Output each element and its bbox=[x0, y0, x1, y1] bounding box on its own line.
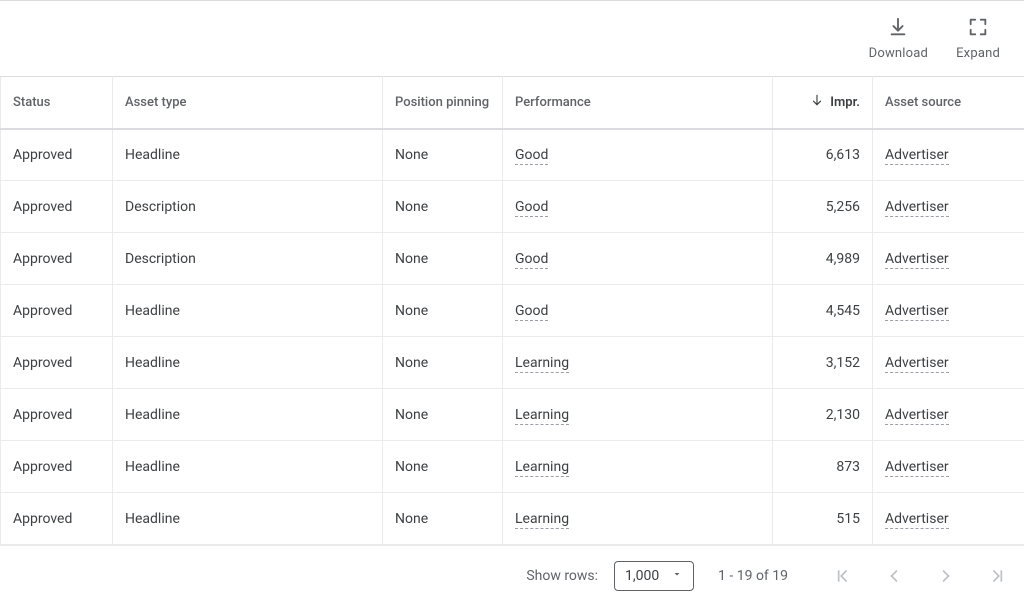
cell-status: Approved bbox=[1, 285, 113, 337]
table-row[interactable]: ApprovedHeadlineNoneGood4,545Advertiser bbox=[1, 285, 1024, 337]
cell-asset-type: Description bbox=[113, 181, 383, 233]
cell-asset-type: Headline bbox=[113, 493, 383, 545]
cell-asset-source: Advertiser bbox=[873, 441, 1024, 493]
table-row[interactable]: ApprovedHeadlineNoneLearning2,130Adverti… bbox=[1, 389, 1024, 441]
cell-position-pinning: None bbox=[383, 389, 503, 441]
table-footer: Show rows: 1,000 1 - 19 of 19 bbox=[0, 545, 1024, 605]
show-rows-label: Show rows: bbox=[526, 568, 598, 584]
cell-status: Approved bbox=[1, 181, 113, 233]
table-row[interactable]: ApprovedHeadlineNoneLearning3,152Adverti… bbox=[1, 337, 1024, 389]
cell-impressions: 5,256 bbox=[773, 181, 873, 233]
table-row[interactable]: ApprovedDescriptionNoneGood4,989Advertis… bbox=[1, 233, 1024, 285]
next-page-button[interactable] bbox=[932, 562, 960, 590]
expand-icon bbox=[967, 16, 989, 46]
page-size-select[interactable]: 1,000 bbox=[614, 561, 694, 591]
cell-position-pinning: None bbox=[383, 441, 503, 493]
table-row[interactable]: ApprovedHeadlineNoneLearning515Advertise… bbox=[1, 493, 1024, 545]
column-header-impressions[interactable]: Impr. bbox=[773, 77, 873, 129]
cell-impressions: 515 bbox=[773, 493, 873, 545]
cell-performance: Good bbox=[503, 129, 773, 181]
column-header-status[interactable]: Status bbox=[1, 77, 113, 129]
pagination-nav bbox=[828, 562, 1012, 590]
arrow-down-icon bbox=[810, 93, 824, 111]
cell-performance: Learning bbox=[503, 493, 773, 545]
prev-page-button[interactable] bbox=[880, 562, 908, 590]
pagination-range: 1 - 19 of 19 bbox=[718, 568, 788, 584]
column-header-impressions-label: Impr. bbox=[830, 95, 860, 110]
first-page-button[interactable] bbox=[828, 562, 856, 590]
cell-impressions: 873 bbox=[773, 441, 873, 493]
download-label: Download bbox=[869, 46, 928, 61]
assets-table: Status Asset type Position pinning Perfo… bbox=[0, 76, 1024, 545]
column-header-asset-source[interactable]: Asset source bbox=[873, 77, 1024, 129]
table-row[interactable]: ApprovedDescriptionNoneGood5,256Advertis… bbox=[1, 181, 1024, 233]
cell-performance: Learning bbox=[503, 389, 773, 441]
cell-asset-type: Description bbox=[113, 233, 383, 285]
cell-status: Approved bbox=[1, 441, 113, 493]
cell-performance: Learning bbox=[503, 337, 773, 389]
cell-impressions: 3,152 bbox=[773, 337, 873, 389]
cell-asset-source: Advertiser bbox=[873, 129, 1024, 181]
last-page-button[interactable] bbox=[984, 562, 1012, 590]
column-header-performance[interactable]: Performance bbox=[503, 77, 773, 129]
cell-asset-source: Advertiser bbox=[873, 493, 1024, 545]
cell-impressions: 2,130 bbox=[773, 389, 873, 441]
cell-position-pinning: None bbox=[383, 129, 503, 181]
cell-impressions: 6,613 bbox=[773, 129, 873, 181]
cell-asset-type: Headline bbox=[113, 389, 383, 441]
cell-status: Approved bbox=[1, 493, 113, 545]
expand-label: Expand bbox=[956, 46, 1000, 61]
cell-asset-type: Headline bbox=[113, 337, 383, 389]
page: Download Expand Status Asset type Positi… bbox=[0, 0, 1024, 605]
column-header-asset-type[interactable]: Asset type bbox=[113, 77, 383, 129]
cell-position-pinning: None bbox=[383, 233, 503, 285]
cell-position-pinning: None bbox=[383, 285, 503, 337]
cell-performance: Learning bbox=[503, 441, 773, 493]
cell-asset-source: Advertiser bbox=[873, 389, 1024, 441]
cell-asset-type: Headline bbox=[113, 285, 383, 337]
cell-status: Approved bbox=[1, 389, 113, 441]
page-size-value: 1,000 bbox=[625, 568, 659, 584]
cell-position-pinning: None bbox=[383, 181, 503, 233]
cell-performance: Good bbox=[503, 233, 773, 285]
download-button[interactable]: Download bbox=[855, 10, 942, 67]
cell-asset-type: Headline bbox=[113, 441, 383, 493]
cell-position-pinning: None bbox=[383, 337, 503, 389]
cell-status: Approved bbox=[1, 233, 113, 285]
cell-status: Approved bbox=[1, 337, 113, 389]
cell-asset-type: Headline bbox=[113, 129, 383, 181]
cell-asset-source: Advertiser bbox=[873, 285, 1024, 337]
toolbar: Download Expand bbox=[0, 1, 1024, 76]
table-row[interactable]: ApprovedHeadlineNoneGood6,613Advertiser bbox=[1, 129, 1024, 181]
caret-down-icon bbox=[671, 568, 683, 584]
table-header-row: Status Asset type Position pinning Perfo… bbox=[1, 77, 1024, 129]
cell-performance: Good bbox=[503, 181, 773, 233]
cell-asset-source: Advertiser bbox=[873, 337, 1024, 389]
cell-performance: Good bbox=[503, 285, 773, 337]
cell-impressions: 4,989 bbox=[773, 233, 873, 285]
cell-asset-source: Advertiser bbox=[873, 181, 1024, 233]
cell-asset-source: Advertiser bbox=[873, 233, 1024, 285]
cell-position-pinning: None bbox=[383, 493, 503, 545]
expand-button[interactable]: Expand bbox=[942, 10, 1014, 67]
download-icon bbox=[887, 16, 909, 46]
cell-impressions: 4,545 bbox=[773, 285, 873, 337]
table-row[interactable]: ApprovedHeadlineNoneLearning873Advertise… bbox=[1, 441, 1024, 493]
column-header-position-pinning[interactable]: Position pinning bbox=[383, 77, 503, 129]
cell-status: Approved bbox=[1, 129, 113, 181]
